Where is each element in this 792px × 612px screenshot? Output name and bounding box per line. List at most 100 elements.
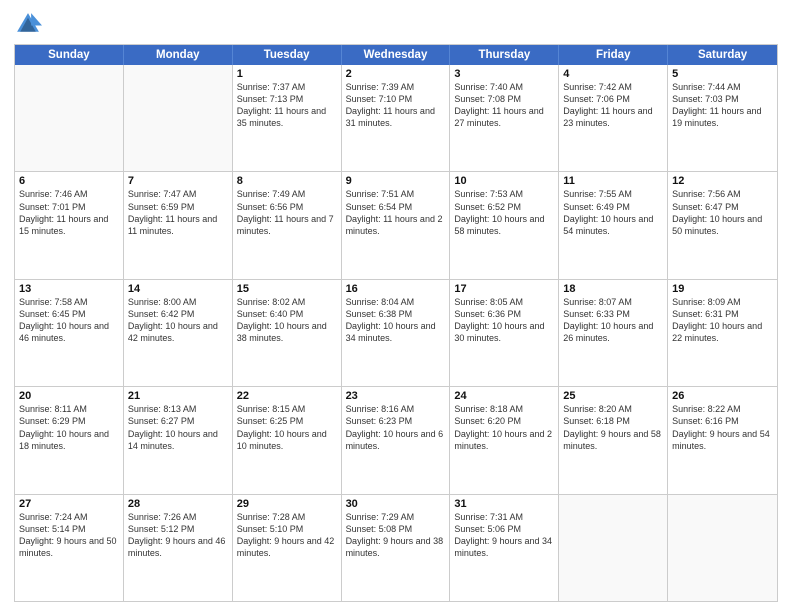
day-cell-28: 28Sunrise: 7:26 AM Sunset: 5:12 PM Dayli… — [124, 495, 233, 601]
day-info: Sunrise: 8:09 AM Sunset: 6:31 PM Dayligh… — [672, 296, 773, 345]
day-cell-13: 13Sunrise: 7:58 AM Sunset: 6:45 PM Dayli… — [15, 280, 124, 386]
day-info: Sunrise: 8:11 AM Sunset: 6:29 PM Dayligh… — [19, 403, 119, 452]
day-cell-20: 20Sunrise: 8:11 AM Sunset: 6:29 PM Dayli… — [15, 387, 124, 493]
week-row-4: 27Sunrise: 7:24 AM Sunset: 5:14 PM Dayli… — [15, 494, 777, 601]
day-number: 22 — [237, 390, 337, 402]
calendar-header: SundayMondayTuesdayWednesdayThursdayFrid… — [15, 45, 777, 65]
day-info: Sunrise: 8:22 AM Sunset: 6:16 PM Dayligh… — [672, 403, 773, 452]
empty-cell — [124, 65, 233, 171]
week-row-1: 6Sunrise: 7:46 AM Sunset: 7:01 PM Daylig… — [15, 171, 777, 278]
day-cell-12: 12Sunrise: 7:56 AM Sunset: 6:47 PM Dayli… — [668, 172, 777, 278]
day-header-friday: Friday — [559, 45, 668, 65]
day-cell-21: 21Sunrise: 8:13 AM Sunset: 6:27 PM Dayli… — [124, 387, 233, 493]
day-number: 3 — [454, 68, 554, 80]
empty-cell — [668, 495, 777, 601]
day-cell-3: 3Sunrise: 7:40 AM Sunset: 7:08 PM Daylig… — [450, 65, 559, 171]
day-number: 25 — [563, 390, 663, 402]
day-number: 6 — [19, 175, 119, 187]
day-cell-27: 27Sunrise: 7:24 AM Sunset: 5:14 PM Dayli… — [15, 495, 124, 601]
day-info: Sunrise: 7:51 AM Sunset: 6:54 PM Dayligh… — [346, 188, 446, 237]
logo — [14, 10, 46, 38]
day-number: 14 — [128, 283, 228, 295]
day-number: 9 — [346, 175, 446, 187]
day-number: 2 — [346, 68, 446, 80]
day-cell-1: 1Sunrise: 7:37 AM Sunset: 7:13 PM Daylig… — [233, 65, 342, 171]
day-info: Sunrise: 7:53 AM Sunset: 6:52 PM Dayligh… — [454, 188, 554, 237]
day-cell-30: 30Sunrise: 7:29 AM Sunset: 5:08 PM Dayli… — [342, 495, 451, 601]
day-info: Sunrise: 7:42 AM Sunset: 7:06 PM Dayligh… — [563, 81, 663, 130]
day-cell-14: 14Sunrise: 8:00 AM Sunset: 6:42 PM Dayli… — [124, 280, 233, 386]
day-info: Sunrise: 7:49 AM Sunset: 6:56 PM Dayligh… — [237, 188, 337, 237]
day-cell-29: 29Sunrise: 7:28 AM Sunset: 5:10 PM Dayli… — [233, 495, 342, 601]
day-number: 15 — [237, 283, 337, 295]
day-number: 20 — [19, 390, 119, 402]
calendar-body: 1Sunrise: 7:37 AM Sunset: 7:13 PM Daylig… — [15, 65, 777, 601]
page: SundayMondayTuesdayWednesdayThursdayFrid… — [0, 0, 792, 612]
header — [14, 10, 778, 38]
day-info: Sunrise: 8:18 AM Sunset: 6:20 PM Dayligh… — [454, 403, 554, 452]
day-cell-11: 11Sunrise: 7:55 AM Sunset: 6:49 PM Dayli… — [559, 172, 668, 278]
day-info: Sunrise: 7:37 AM Sunset: 7:13 PM Dayligh… — [237, 81, 337, 130]
day-cell-15: 15Sunrise: 8:02 AM Sunset: 6:40 PM Dayli… — [233, 280, 342, 386]
day-cell-16: 16Sunrise: 8:04 AM Sunset: 6:38 PM Dayli… — [342, 280, 451, 386]
day-number: 27 — [19, 498, 119, 510]
day-info: Sunrise: 8:07 AM Sunset: 6:33 PM Dayligh… — [563, 296, 663, 345]
day-info: Sunrise: 8:15 AM Sunset: 6:25 PM Dayligh… — [237, 403, 337, 452]
day-info: Sunrise: 8:20 AM Sunset: 6:18 PM Dayligh… — [563, 403, 663, 452]
day-cell-25: 25Sunrise: 8:20 AM Sunset: 6:18 PM Dayli… — [559, 387, 668, 493]
day-info: Sunrise: 8:16 AM Sunset: 6:23 PM Dayligh… — [346, 403, 446, 452]
day-info: Sunrise: 7:29 AM Sunset: 5:08 PM Dayligh… — [346, 511, 446, 560]
day-header-thursday: Thursday — [450, 45, 559, 65]
day-number: 7 — [128, 175, 228, 187]
day-number: 30 — [346, 498, 446, 510]
day-cell-19: 19Sunrise: 8:09 AM Sunset: 6:31 PM Dayli… — [668, 280, 777, 386]
day-number: 8 — [237, 175, 337, 187]
day-header-saturday: Saturday — [668, 45, 777, 65]
day-info: Sunrise: 7:26 AM Sunset: 5:12 PM Dayligh… — [128, 511, 228, 560]
day-number: 19 — [672, 283, 773, 295]
day-number: 16 — [346, 283, 446, 295]
day-header-tuesday: Tuesday — [233, 45, 342, 65]
day-cell-5: 5Sunrise: 7:44 AM Sunset: 7:03 PM Daylig… — [668, 65, 777, 171]
calendar: SundayMondayTuesdayWednesdayThursdayFrid… — [14, 44, 778, 602]
day-info: Sunrise: 7:58 AM Sunset: 6:45 PM Dayligh… — [19, 296, 119, 345]
day-info: Sunrise: 7:24 AM Sunset: 5:14 PM Dayligh… — [19, 511, 119, 560]
day-cell-2: 2Sunrise: 7:39 AM Sunset: 7:10 PM Daylig… — [342, 65, 451, 171]
empty-cell — [15, 65, 124, 171]
logo-icon — [14, 10, 42, 38]
week-row-0: 1Sunrise: 7:37 AM Sunset: 7:13 PM Daylig… — [15, 65, 777, 171]
day-info: Sunrise: 8:05 AM Sunset: 6:36 PM Dayligh… — [454, 296, 554, 345]
day-header-sunday: Sunday — [15, 45, 124, 65]
day-number: 21 — [128, 390, 228, 402]
day-number: 23 — [346, 390, 446, 402]
day-number: 28 — [128, 498, 228, 510]
day-number: 11 — [563, 175, 663, 187]
day-info: Sunrise: 8:00 AM Sunset: 6:42 PM Dayligh… — [128, 296, 228, 345]
empty-cell — [559, 495, 668, 601]
day-number: 26 — [672, 390, 773, 402]
day-info: Sunrise: 8:13 AM Sunset: 6:27 PM Dayligh… — [128, 403, 228, 452]
day-cell-4: 4Sunrise: 7:42 AM Sunset: 7:06 PM Daylig… — [559, 65, 668, 171]
day-info: Sunrise: 7:39 AM Sunset: 7:10 PM Dayligh… — [346, 81, 446, 130]
day-cell-26: 26Sunrise: 8:22 AM Sunset: 6:16 PM Dayli… — [668, 387, 777, 493]
day-number: 13 — [19, 283, 119, 295]
day-cell-18: 18Sunrise: 8:07 AM Sunset: 6:33 PM Dayli… — [559, 280, 668, 386]
day-number: 29 — [237, 498, 337, 510]
day-info: Sunrise: 7:28 AM Sunset: 5:10 PM Dayligh… — [237, 511, 337, 560]
day-cell-10: 10Sunrise: 7:53 AM Sunset: 6:52 PM Dayli… — [450, 172, 559, 278]
day-info: Sunrise: 7:47 AM Sunset: 6:59 PM Dayligh… — [128, 188, 228, 237]
day-cell-23: 23Sunrise: 8:16 AM Sunset: 6:23 PM Dayli… — [342, 387, 451, 493]
day-number: 4 — [563, 68, 663, 80]
week-row-3: 20Sunrise: 8:11 AM Sunset: 6:29 PM Dayli… — [15, 386, 777, 493]
day-header-monday: Monday — [124, 45, 233, 65]
day-info: Sunrise: 7:40 AM Sunset: 7:08 PM Dayligh… — [454, 81, 554, 130]
day-number: 12 — [672, 175, 773, 187]
day-info: Sunrise: 8:02 AM Sunset: 6:40 PM Dayligh… — [237, 296, 337, 345]
day-cell-22: 22Sunrise: 8:15 AM Sunset: 6:25 PM Dayli… — [233, 387, 342, 493]
day-info: Sunrise: 7:31 AM Sunset: 5:06 PM Dayligh… — [454, 511, 554, 560]
day-info: Sunrise: 7:56 AM Sunset: 6:47 PM Dayligh… — [672, 188, 773, 237]
day-info: Sunrise: 7:46 AM Sunset: 7:01 PM Dayligh… — [19, 188, 119, 237]
day-cell-24: 24Sunrise: 8:18 AM Sunset: 6:20 PM Dayli… — [450, 387, 559, 493]
day-number: 24 — [454, 390, 554, 402]
day-header-wednesday: Wednesday — [342, 45, 451, 65]
